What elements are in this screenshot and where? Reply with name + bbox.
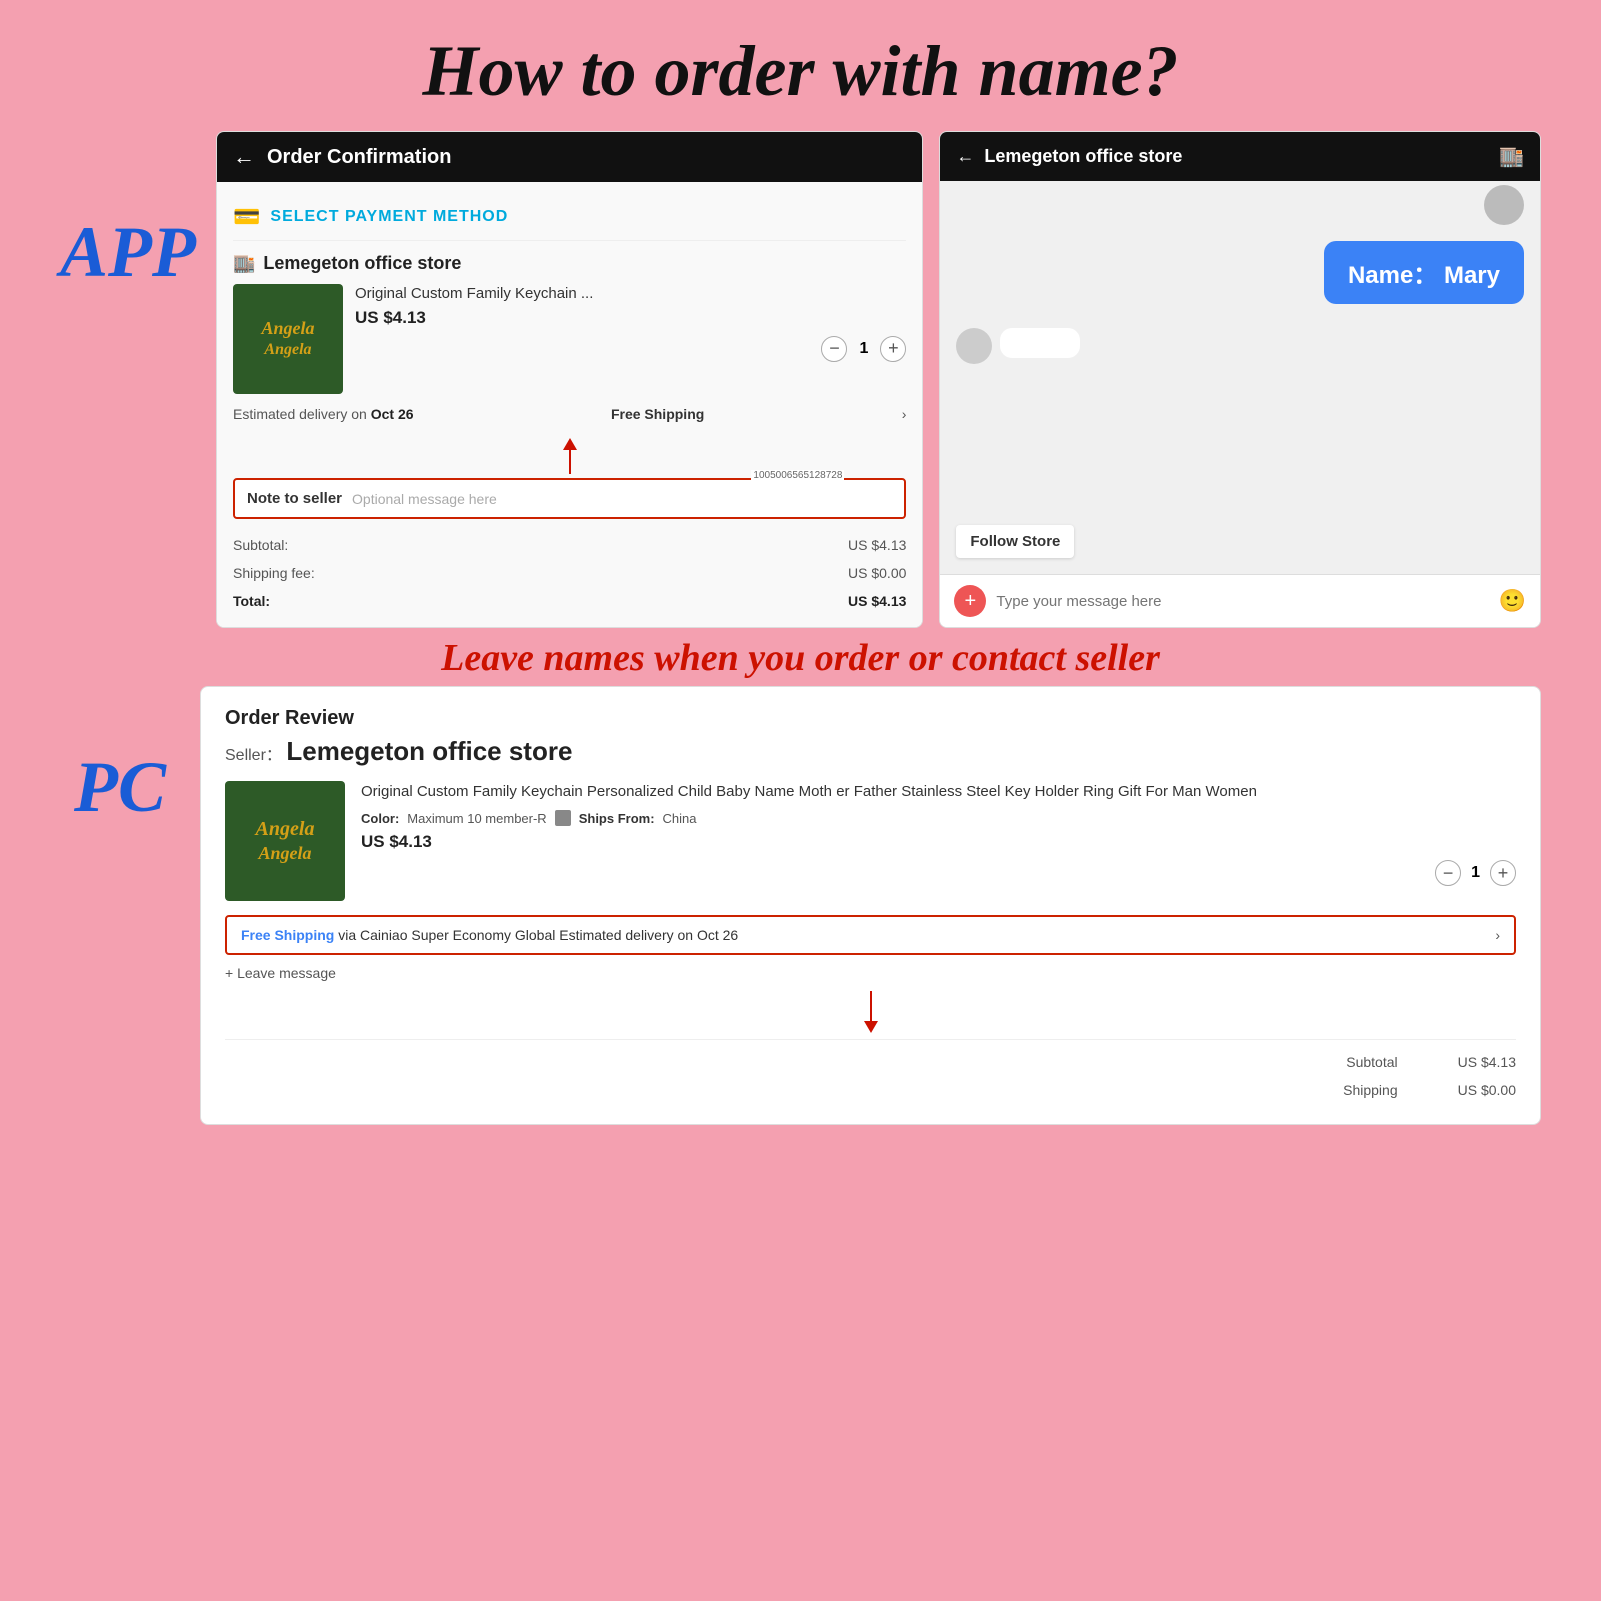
leave-message-text: + Leave message xyxy=(225,965,336,981)
pc-product-image: Angela Angela xyxy=(225,781,345,901)
instruction-text: Leave names when you order or contact se… xyxy=(60,636,1541,680)
product-title: Original Custom Family Keychain ... xyxy=(355,284,906,304)
quantity-row: − 1 + xyxy=(355,336,906,362)
order-review-title: Order Review xyxy=(225,707,1516,730)
pc-shipping-row: Shipping US $0.00 xyxy=(225,1076,1516,1104)
emoji-button[interactable]: 🙂 xyxy=(1499,588,1526,614)
color-value: Maximum 10 member-R xyxy=(407,811,546,826)
down-arrow-annotation xyxy=(225,991,1516,1033)
pc-quantity-row: − 1 + xyxy=(361,860,1516,886)
pc-qty-increase[interactable]: + xyxy=(1490,860,1516,886)
messaging-panel: ← Lemegeton office store 🏬 Name： Mary xyxy=(939,131,1541,628)
leave-message-link[interactable]: + Leave message xyxy=(225,965,1516,981)
back-arrow-icon[interactable]: ← xyxy=(233,144,255,170)
pc-product-details: Original Custom Family Keychain Personal… xyxy=(361,781,1516,901)
name-chat-bubble: Name： Mary xyxy=(1324,241,1524,304)
pc-product-meta: Color: Maximum 10 member-R Ships From: C… xyxy=(361,810,1516,826)
seller-avatar xyxy=(956,328,992,364)
pc-shipping-value: US $0.00 xyxy=(1458,1076,1516,1104)
subtotal-label: Subtotal: xyxy=(233,531,288,559)
store-icon: 🏬 xyxy=(233,253,255,274)
user-avatar xyxy=(1484,185,1524,225)
store-name: Lemegeton office store xyxy=(263,253,461,274)
messaging-header: ← Lemegeton office store 🏬 xyxy=(940,132,1540,181)
shipping-box[interactable]: Free Shipping via Cainiao Super Economy … xyxy=(225,915,1516,955)
pc-totals: Subtotal US $4.13 Shipping US $0.00 xyxy=(225,1039,1516,1104)
payment-icon: 💳 xyxy=(233,204,260,230)
pc-product-title: Original Custom Family Keychain Personal… xyxy=(361,781,1516,802)
quantity-value: 1 xyxy=(859,340,868,358)
note-to-seller-box[interactable]: Note to seller Optional message here 100… xyxy=(233,478,906,519)
app-label: APP xyxy=(60,211,196,294)
ships-from-value: China xyxy=(663,811,697,826)
order-confirmation-panel: ← Order Confirmation 💳 SELECT PAYMENT ME… xyxy=(216,131,923,628)
chevron-right-icon: › xyxy=(902,406,907,422)
follow-store-button[interactable]: Follow Store xyxy=(956,525,1074,558)
quantity-increase-btn[interactable]: + xyxy=(880,336,906,362)
total-row: Total: US $4.13 xyxy=(233,587,906,615)
totals-section: Subtotal: US $4.13 Shipping fee: US $0.0… xyxy=(233,531,906,615)
shipping-fee-label: Shipping fee: xyxy=(233,559,315,587)
ships-from-label: Ships From: xyxy=(579,811,655,826)
pc-product-row: Angela Angela Original Custom Family Key… xyxy=(225,781,1516,901)
order-confirmation-header: ← Order Confirmation xyxy=(217,132,922,182)
add-attachment-button[interactable]: + xyxy=(954,585,986,617)
subtotal-value: US $4.13 xyxy=(848,531,906,559)
product-image: Angela Angela xyxy=(233,284,343,394)
pc-label: PC xyxy=(60,746,180,829)
note-placeholder: Optional message here xyxy=(352,491,497,507)
delivery-row: Estimated delivery on Oct 26 Free Shippi… xyxy=(233,406,906,428)
free-shipping-label: Free Shipping xyxy=(611,406,704,422)
shipping-chevron-icon: › xyxy=(1495,927,1500,943)
shipping-text: Free Shipping via Cainiao Super Economy … xyxy=(241,927,738,943)
pc-price: US $4.13 xyxy=(361,832,1516,852)
message-input[interactable] xyxy=(996,593,1488,610)
payment-method-row[interactable]: 💳 SELECT PAYMENT METHOD xyxy=(233,194,906,241)
product-row: Angela Angela Original Custom Family Key… xyxy=(233,284,906,394)
shipping-fee-row: Shipping fee: US $0.00 xyxy=(233,559,906,587)
pc-subtotal-value: US $4.13 xyxy=(1458,1048,1516,1076)
pc-subtotal-label: Subtotal xyxy=(1346,1048,1397,1076)
pc-qty-decrease[interactable]: − xyxy=(1435,860,1461,886)
pc-shipping-label: Shipping xyxy=(1343,1076,1398,1104)
seller-name: Lemegeton office store xyxy=(286,736,572,766)
quantity-decrease-btn[interactable]: − xyxy=(821,336,847,362)
seller-row: Seller： Lemegeton office store xyxy=(225,736,1516,767)
main-title: How to order with name? xyxy=(60,10,1541,123)
payment-text: SELECT PAYMENT METHOD xyxy=(270,208,508,226)
messaging-store-name: Lemegeton office store xyxy=(984,146,1182,167)
pc-qty-value: 1 xyxy=(1471,864,1480,882)
shipping-fee-value: US $0.00 xyxy=(848,559,906,587)
page-wrapper: How to order with name? APP ← Order Conf… xyxy=(0,0,1601,1601)
product-price: US $4.13 xyxy=(355,308,906,328)
pc-subtotal-row: Subtotal US $4.13 xyxy=(225,1048,1516,1076)
total-label: Total: xyxy=(233,587,270,615)
messaging-body: Name： Mary Follow Store xyxy=(940,181,1540,574)
messaging-back-arrow[interactable]: ← xyxy=(956,146,974,167)
note-id: 1005006565128728 xyxy=(751,470,844,481)
subtotal-row: Subtotal: US $4.13 xyxy=(233,531,906,559)
seller-prefix: Seller： xyxy=(225,747,282,764)
message-input-row: + 🙂 xyxy=(940,574,1540,627)
seller-reply-bubble xyxy=(1000,328,1080,358)
delivery-text: Estimated delivery on Oct 26 xyxy=(233,406,414,422)
order-confirmation-title: Order Confirmation xyxy=(267,146,451,169)
pc-order-panel: Order Review Seller： Lemegeton office st… xyxy=(200,686,1541,1125)
store-row: 🏬 Lemegeton office store xyxy=(233,253,906,274)
note-label: Note to seller xyxy=(247,490,342,507)
store-header-icon: 🏬 xyxy=(1499,144,1524,169)
color-swatch xyxy=(555,810,571,826)
color-label: Color: xyxy=(361,811,399,826)
product-details: Original Custom Family Keychain ... US $… xyxy=(355,284,906,394)
total-value: US $4.13 xyxy=(848,587,906,615)
